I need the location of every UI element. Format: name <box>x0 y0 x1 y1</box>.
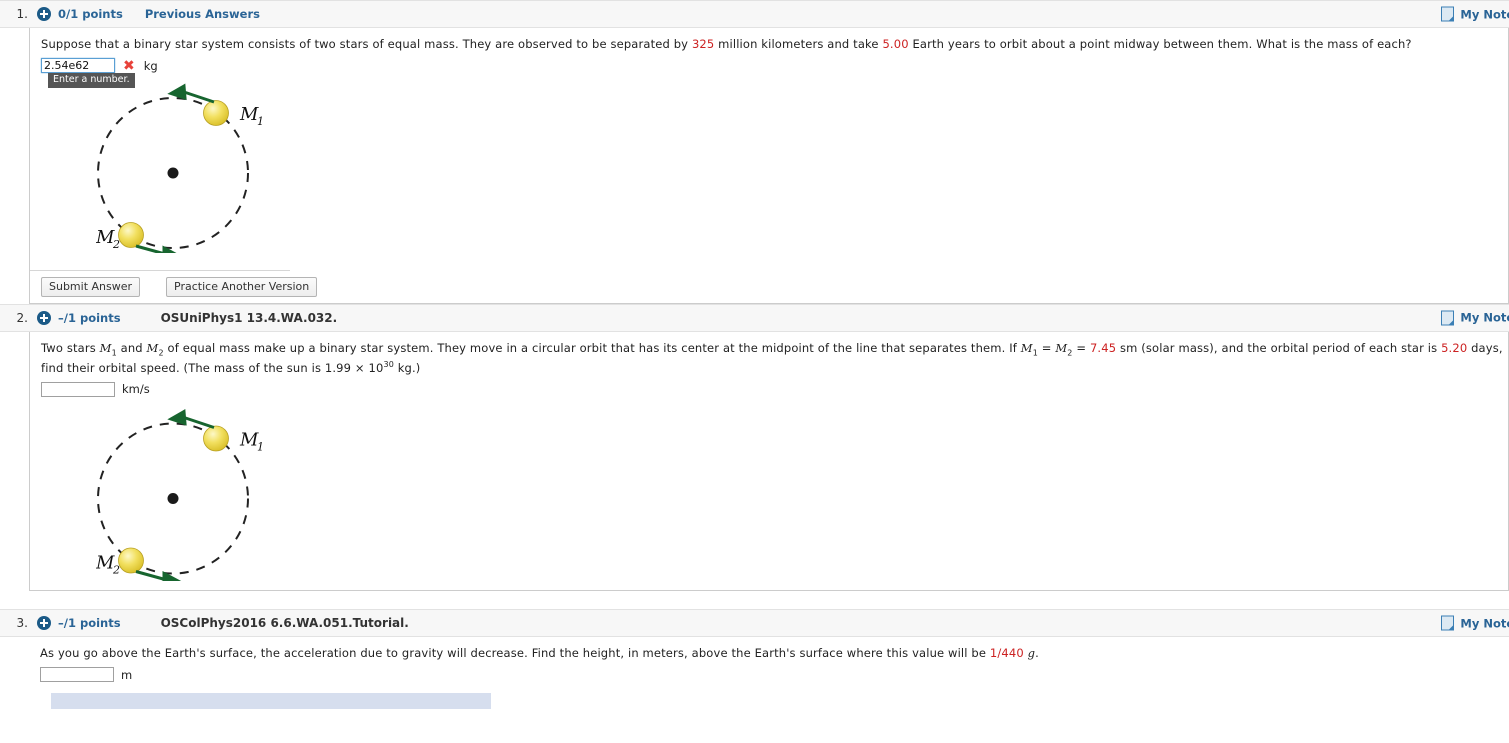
star-body-m2 <box>118 221 144 248</box>
question-header-3: 3. –/1 points OSColPhys2016 6.6.WA.051.T… <box>0 609 1509 638</box>
my-notes-label-2: My Notes <box>1460 310 1509 325</box>
binary-star-svg-1: M 1 M 2 <box>95 83 264 262</box>
center-of-mass-dot <box>167 493 179 505</box>
question-box-3: As you go above the Earth's surface, the… <box>29 637 1509 709</box>
my-notes-button-1[interactable]: My Notes <box>1441 6 1509 22</box>
answer-line-2: km/s <box>41 379 1508 399</box>
prompt-text-1c: Earth years to orbit about a point midwa… <box>908 37 1412 51</box>
answer-unit-2: km/s <box>122 382 150 397</box>
question-body-wrap-3: As you go above the Earth's surface, the… <box>0 637 1509 709</box>
star-body-m1 <box>203 99 229 126</box>
label-m1: M <box>239 430 259 451</box>
prompt-value-period: 5.00 <box>882 37 909 51</box>
prompt-text-1b: million kilometers and take <box>714 37 883 51</box>
question-number-3: 3. <box>16 616 28 631</box>
answer-line-1: ✖ kg Enter a number. <box>41 56 1508 89</box>
label-m2-sub: 2 <box>112 238 120 251</box>
binary-star-svg-2: M 1 M 2 <box>95 409 264 588</box>
label-m1: M <box>239 104 259 125</box>
my-notes-label-1: My Notes <box>1460 7 1509 21</box>
x-mark-incorrect-icon: ✖ <box>123 57 135 74</box>
answer-input-1[interactable] <box>41 58 115 74</box>
plus-circle-icon[interactable] <box>37 7 51 21</box>
practice-another-version-button[interactable]: Practice Another Version <box>166 276 318 297</box>
question-code-2: OSUniPhys1 13.4.WA.032. <box>160 310 338 325</box>
orbit-arrow-m1 <box>167 83 215 104</box>
previous-answers-link[interactable]: Previous Answers <box>145 7 260 21</box>
submit-answer-button[interactable]: Submit Answer <box>41 276 141 297</box>
note-page-icon <box>1441 615 1455 631</box>
question-body-wrap-2: Two stars M1 and M2 of equal mass make u… <box>0 331 1509 592</box>
binary-star-diagram-1: M 1 M 2 <box>95 78 1508 262</box>
question-box-2: Two stars M1 and M2 of equal mass make u… <box>29 331 1509 592</box>
label-m2-sub: 2 <box>112 564 120 577</box>
question-number-2: 2. <box>16 310 28 325</box>
answer-line-3: m <box>40 665 1509 685</box>
answer-input-3[interactable] <box>40 667 114 683</box>
answer-input-2[interactable] <box>41 381 115 397</box>
section-gap <box>0 591 1509 610</box>
orbit-arrow-m1 <box>167 409 215 429</box>
my-notes-button-2[interactable]: My Notes <box>1441 310 1509 326</box>
binary-star-diagram-2: M 1 M 2 <box>95 401 1508 588</box>
label-m1-sub: 1 <box>257 441 264 454</box>
orbit-arrow-m2 <box>135 244 182 262</box>
button-row-1: Submit Answer Practice Another Version <box>30 269 318 303</box>
answer-unit-1: kg <box>143 58 158 73</box>
plus-circle-icon[interactable] <box>37 616 51 631</box>
star-body-m2 <box>118 547 144 574</box>
question-header-1: 1. 0/1 points Previous Answers My Notes <box>0 0 1509 28</box>
question-prompt-1: Suppose that a binary star system consis… <box>41 36 1508 53</box>
center-of-mass-dot <box>167 167 179 179</box>
points-label-2: –/1 points <box>58 310 121 325</box>
orbit-arrow-m2 <box>135 570 182 588</box>
question-code-3: OSColPhys2016 6.6.WA.051.Tutorial. <box>160 616 409 631</box>
question-box-1: Suppose that a binary star system consis… <box>29 28 1509 304</box>
tutorial-panel[interactable] <box>51 692 491 709</box>
prompt-text-1: Suppose that a binary star system consis… <box>41 37 692 51</box>
note-page-icon <box>1441 6 1455 22</box>
star-body-m1 <box>203 425 229 452</box>
question-header-2: 2. –/1 points OSUniPhys1 13.4.WA.032. My… <box>0 303 1509 332</box>
points-label-3: –/1 points <box>58 616 121 631</box>
prompt-value-separation: 325 <box>691 37 715 51</box>
question-prompt-3: As you go above the Earth's surface, the… <box>40 646 1039 661</box>
validation-tooltip-1: Enter a number. <box>48 72 135 89</box>
question-number-1: 1. <box>16 7 28 21</box>
question-prompt-2: Two stars M1 and M2 of equal mass make u… <box>41 340 1503 375</box>
question-body-wrap-1: Suppose that a binary star system consis… <box>0 28 1509 304</box>
note-page-icon <box>1441 310 1455 326</box>
plus-circle-icon[interactable] <box>37 310 51 325</box>
my-notes-button-3[interactable]: My Notes <box>1441 615 1509 631</box>
my-notes-label-3: My Notes <box>1460 616 1509 631</box>
label-m1-sub: 1 <box>257 115 264 128</box>
answer-unit-3: m <box>121 667 133 682</box>
points-label-1: 0/1 points <box>58 7 123 21</box>
